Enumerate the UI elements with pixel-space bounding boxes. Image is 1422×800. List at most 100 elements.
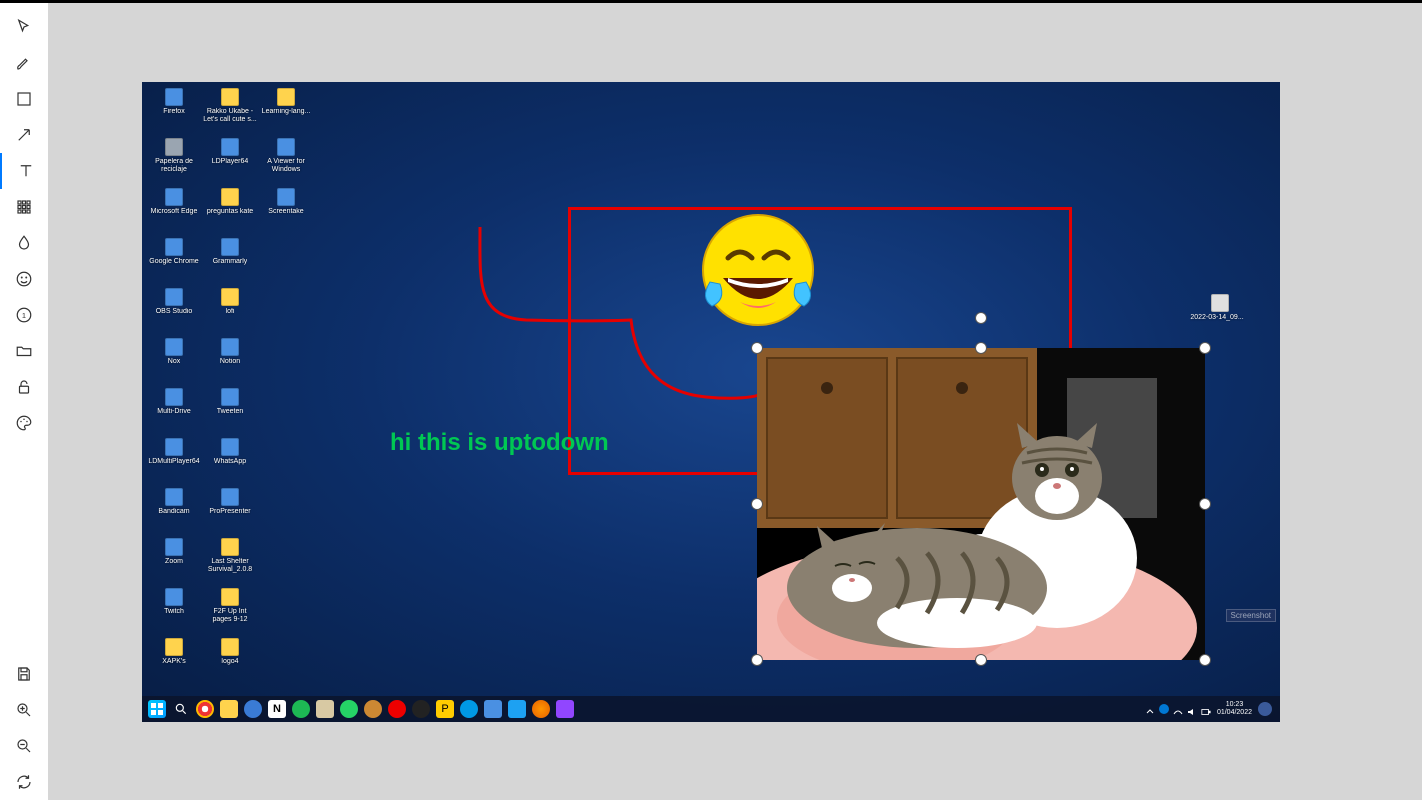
lock-icon xyxy=(15,378,33,396)
desktop-icon-label: Grammarly xyxy=(213,258,248,266)
taskbar-app-whatsapp[interactable] xyxy=(340,700,358,718)
rotation-handle[interactable] xyxy=(975,312,987,324)
taskbar-app-6[interactable] xyxy=(484,700,502,718)
laughing-tears-emoji[interactable] xyxy=(698,210,818,330)
desktop-icon-label: Twitch xyxy=(164,608,184,616)
tray-volume-icon[interactable] xyxy=(1187,704,1197,714)
tray-onedrive-icon[interactable] xyxy=(1159,704,1169,714)
text-annotation[interactable]: hi this is uptodown xyxy=(390,429,609,457)
desktop-icon-label: Screentake xyxy=(268,208,303,216)
handle-s[interactable] xyxy=(975,654,987,666)
folder-icon xyxy=(221,288,239,306)
tray-battery-icon[interactable] xyxy=(1201,704,1211,714)
open-image-tool[interactable] xyxy=(0,333,48,369)
desktop-icon: logo4 xyxy=(202,636,258,686)
counter-tool[interactable]: 1 xyxy=(0,297,48,333)
handle-n[interactable] xyxy=(975,342,987,354)
text-icon xyxy=(17,162,35,180)
handle-sw[interactable] xyxy=(751,654,763,666)
brush-icon xyxy=(15,54,33,72)
desktop-icon-label: Google Chrome xyxy=(149,258,198,266)
taskbar-app-5[interactable] xyxy=(460,700,478,718)
start-button[interactable] xyxy=(148,700,166,718)
editor-canvas[interactable]: FirefoxRakko Ukabe - Let's call cute s..… xyxy=(48,3,1422,800)
taskbar-app-twitch[interactable] xyxy=(556,700,574,718)
desktop-icon-label: LDPlayer64 xyxy=(212,158,249,166)
desktop-icon-label: Bandicam xyxy=(158,508,189,516)
desktop-icon-label: XAPK's xyxy=(162,658,186,666)
desktop-icon: Grammarly xyxy=(202,236,258,286)
desktop-icon: Firefox xyxy=(146,86,202,136)
mosaic-tool[interactable] xyxy=(0,189,48,225)
desktop-icon-label: Rakko Ukabe - Let's call cute s... xyxy=(203,108,257,124)
desktop-icon: Last Shelter Survival_2.0.8 xyxy=(202,536,258,586)
desktop-icon: A Viewer for Windows xyxy=(258,136,314,186)
zoom-out-icon xyxy=(15,737,33,755)
desktop-icon: Multi-Drive xyxy=(146,386,202,436)
desktop-icon-label: Learning-lang... xyxy=(262,108,311,116)
desktop-icon: Nox xyxy=(146,336,202,386)
handle-w[interactable] xyxy=(751,498,763,510)
desktop-icon: LDPlayer64 xyxy=(202,136,258,186)
rectangle-tool[interactable] xyxy=(0,81,48,117)
blur-tool[interactable] xyxy=(0,225,48,261)
handle-nw[interactable] xyxy=(751,342,763,354)
folder-icon xyxy=(221,588,239,606)
refresh-tool[interactable] xyxy=(0,764,48,800)
folder-icon xyxy=(15,342,33,360)
desktop-icon: preguntas kate xyxy=(202,186,258,236)
taskbar-app-1[interactable] xyxy=(244,700,262,718)
desktop-icon-label: Microsoft Edge xyxy=(151,208,198,216)
clock-date: 01/04/2022 xyxy=(1217,709,1252,717)
tray-notifications-icon[interactable] xyxy=(1258,702,1272,716)
desktop-icon-label: Last Shelter Survival_2.0.8 xyxy=(203,558,257,574)
palette-tool[interactable] xyxy=(0,405,48,441)
handle-e[interactable] xyxy=(1199,498,1211,510)
taskbar-app-firefox[interactable] xyxy=(532,700,550,718)
taskbar-app-record[interactable] xyxy=(388,700,406,718)
taskbar-app-2[interactable] xyxy=(316,700,334,718)
taskbar-app-chrome[interactable] xyxy=(196,700,214,718)
search-button[interactable] xyxy=(172,700,190,718)
brush-tool[interactable] xyxy=(0,45,48,81)
handle-ne[interactable] xyxy=(1199,342,1211,354)
app-icon xyxy=(165,238,183,256)
handle-se[interactable] xyxy=(1199,654,1211,666)
tray-network-icon[interactable] xyxy=(1173,704,1183,714)
zoom-in-tool[interactable] xyxy=(0,692,48,728)
app-icon xyxy=(165,538,183,556)
emoji-tool[interactable] xyxy=(0,261,48,297)
desktop-icon-label: logo4 xyxy=(221,658,238,666)
desktop-icon-label: Papelera de reciclaje xyxy=(147,158,201,174)
desktop-icon: Rakko Ukabe - Let's call cute s... xyxy=(202,86,258,136)
folder-icon xyxy=(221,638,239,656)
tray-chevron-icon[interactable] xyxy=(1145,704,1155,714)
screenshot-image[interactable]: FirefoxRakko Ukabe - Let's call cute s..… xyxy=(142,82,1280,722)
arrow-tool[interactable] xyxy=(0,117,48,153)
inserted-cat-image[interactable] xyxy=(757,348,1205,660)
lock-tool[interactable] xyxy=(0,369,48,405)
taskbar-app-7[interactable] xyxy=(508,700,526,718)
taskbar-clock[interactable]: 10:23 01/04/2022 xyxy=(1217,701,1252,717)
taskbar-app-spotify[interactable] xyxy=(292,700,310,718)
watermark-text: Screenshot xyxy=(1226,609,1276,622)
zoom-out-tool[interactable] xyxy=(0,728,48,764)
cursor-tool[interactable] xyxy=(0,9,48,45)
taskbar-app-3[interactable] xyxy=(364,700,382,718)
save-tool[interactable] xyxy=(0,656,48,692)
taskbar-app-4[interactable]: P xyxy=(436,700,454,718)
taskbar-app-notion[interactable]: N xyxy=(268,700,286,718)
app-icon xyxy=(277,188,295,206)
save-icon xyxy=(15,665,33,683)
taskbar-app-obs[interactable] xyxy=(412,700,430,718)
desktop-icon: Zoom xyxy=(146,536,202,586)
desktop-icon-label: Multi-Drive xyxy=(157,408,190,416)
taskbar-app-explorer[interactable] xyxy=(220,700,238,718)
app-icon xyxy=(221,438,239,456)
desktop-icon-label: Notion xyxy=(220,358,240,366)
folder-icon xyxy=(165,638,183,656)
desktop-icon: Learning-lang... xyxy=(258,86,314,136)
app-icon xyxy=(221,338,239,356)
app-icon xyxy=(165,338,183,356)
text-tool[interactable] xyxy=(0,153,50,189)
